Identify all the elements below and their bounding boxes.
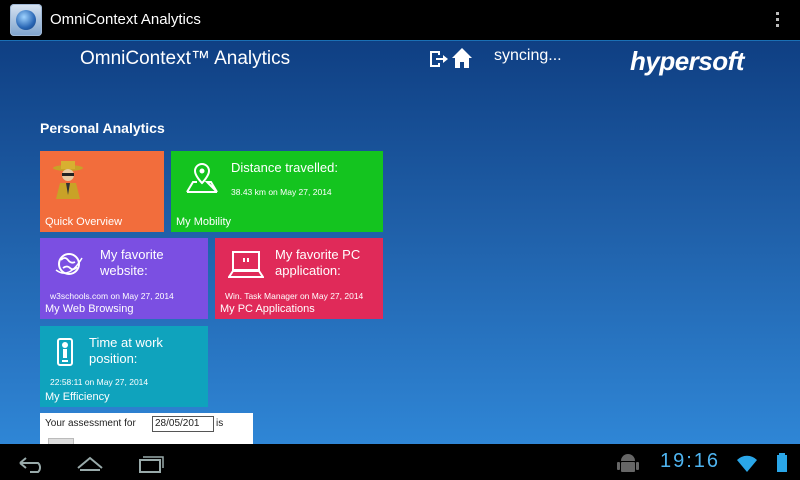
tile-name: Quick Overview: [45, 216, 123, 228]
tile-heading: My favorite website:: [100, 247, 164, 278]
globe-icon: [55, 253, 83, 275]
app-icon[interactable]: [10, 4, 42, 36]
sync-status: syncing...: [494, 47, 562, 64]
tile-heading: Time at work position:: [89, 335, 163, 366]
android-debug-icon[interactable]: [616, 452, 640, 474]
assessment-label-suffix: is: [216, 418, 224, 429]
tile-detail: Win. Task Manager on May 27, 2014: [225, 291, 364, 301]
system-nav-bar: 19:16: [0, 444, 800, 480]
detective-icon: [53, 161, 83, 199]
tile-name: My Efficiency: [45, 391, 110, 403]
app-title: OmniContext Analytics: [50, 11, 201, 28]
tile-detail: w3schools.com on May 27, 2014: [50, 291, 174, 301]
tile-my-pc-applications[interactable]: My favorite PC application: Win. Task Ma…: [215, 238, 383, 319]
tile-my-web-browsing[interactable]: My favorite website: w3schools.com on Ma…: [40, 238, 208, 319]
tile-quick-overview[interactable]: Quick Overview: [40, 151, 164, 232]
action-bar: OmniContext Analytics: [0, 0, 800, 41]
home-nav-icon[interactable]: [74, 452, 106, 474]
worker-icon: [57, 338, 73, 366]
section-title: Personal Analytics: [40, 120, 165, 136]
tile-my-efficiency[interactable]: Time at work position: 22:58:11 on May 2…: [40, 326, 208, 407]
main-content: OmniContext™ Analytics syncing... hypers…: [0, 41, 800, 444]
assessment-panel: Your assessment for 28/05/201 is: [40, 413, 253, 444]
wifi-icon: [737, 455, 757, 472]
brand-logo: hypersoft: [630, 46, 744, 76]
home-icon[interactable]: [451, 47, 473, 69]
status-clock: 19:16: [660, 450, 721, 472]
logout-icon[interactable]: [428, 49, 448, 69]
tile-heading: My favorite PC application:: [275, 247, 361, 278]
tile-heading: Distance travelled:: [231, 160, 338, 175]
tile-name: My Web Browsing: [45, 303, 134, 315]
globe-app-icon: [16, 10, 36, 30]
assessment-date-input[interactable]: 28/05/201: [152, 416, 214, 432]
back-icon[interactable]: [16, 452, 48, 474]
laptop-icon: [228, 251, 264, 278]
map-pin-icon: [186, 162, 218, 193]
tile-detail: 38.43 km on May 27, 2014: [231, 187, 332, 197]
tile-my-mobility[interactable]: Distance travelled: 38.43 km on May 27, …: [171, 151, 383, 232]
tile-detail: 22:58:11 on May 27, 2014: [50, 377, 149, 387]
tile-name: My PC Applications: [220, 303, 315, 315]
header-title: OmniContext™ Analytics: [80, 48, 291, 69]
battery-icon: [777, 453, 787, 472]
assessment-label-prefix: Your assessment for: [45, 418, 136, 429]
tile-name: My Mobility: [176, 216, 232, 228]
recent-apps-icon[interactable]: [134, 452, 166, 474]
vertical-dots-icon[interactable]: [776, 12, 780, 30]
